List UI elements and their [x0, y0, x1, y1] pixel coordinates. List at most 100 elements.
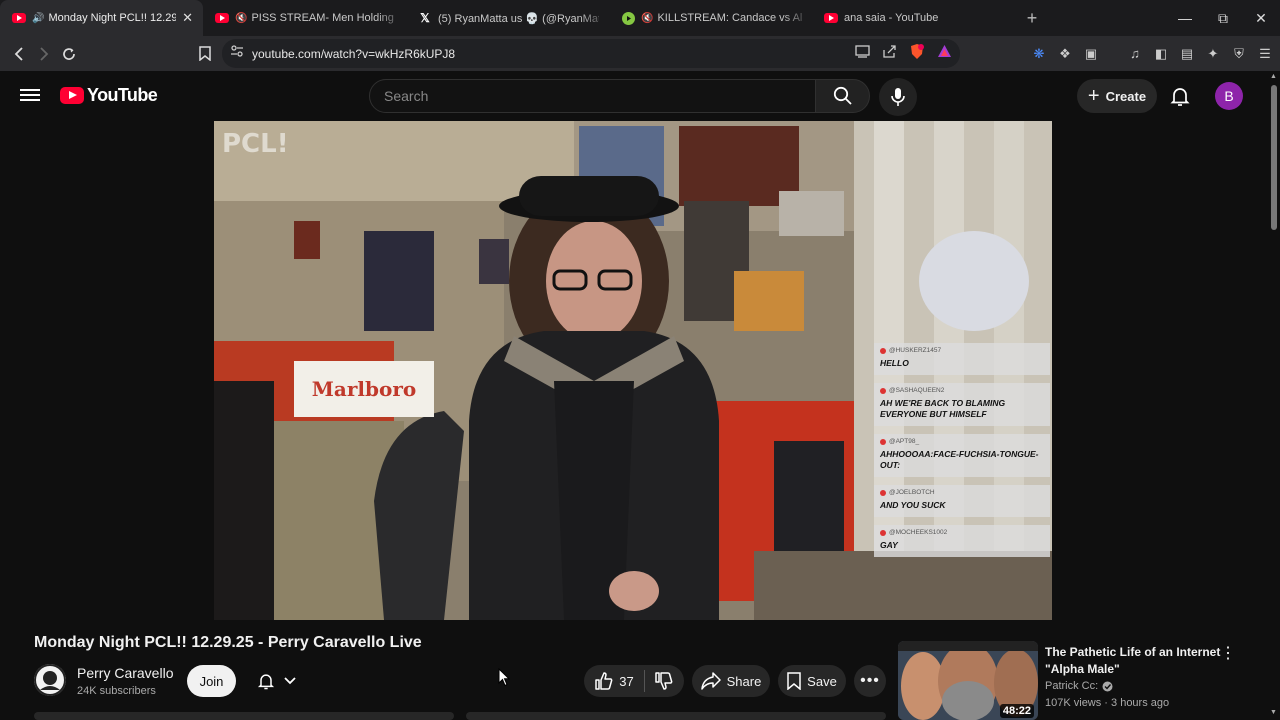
tab-title: ana saia - YouTube — [844, 12, 939, 24]
tab-title: PISS STREAM- Men Holding Hand — [251, 12, 396, 24]
forward-icon[interactable] — [31, 39, 56, 69]
reload-icon[interactable] — [56, 39, 81, 69]
video-player[interactable]: PCL! Marlboro @huskerz1457 HELLO @sashaq… — [214, 121, 1052, 620]
back-icon[interactable] — [6, 39, 31, 69]
youtube-dot-icon — [880, 529, 886, 536]
bell-icon — [257, 674, 275, 690]
chat-message: @apt98_ AHHOOOAA:FACE-FUCHSIA-TONGUE-OUT… — [874, 434, 1050, 478]
channel-name[interactable]: Perry Caravello — [77, 665, 173, 681]
hamburger-menu-icon[interactable] — [20, 86, 40, 106]
muted-speaker-icon[interactable]: 🔇 — [641, 13, 653, 24]
browser-tab-4[interactable]: 🔇 KILLSTREAM: Candace vs Alex Ra — [609, 0, 812, 36]
marlboro-sign: Marlboro — [294, 361, 434, 417]
menu-icon[interactable]: ☰ — [1256, 45, 1274, 63]
site-info-icon[interactable] — [230, 44, 244, 63]
extensions-icon[interactable]: ❖ — [1056, 45, 1074, 63]
account-avatar[interactable]: B — [1215, 82, 1243, 110]
brave-shield-icon[interactable] — [909, 43, 925, 65]
save-label: Save — [807, 673, 837, 689]
subscription-bell-button[interactable] — [246, 665, 306, 697]
search-icon — [833, 86, 852, 105]
vpn-icon[interactable]: ❋ — [1030, 45, 1048, 63]
more-vertical-icon[interactable]: ⋮ — [1220, 643, 1236, 663]
youtube-dot-icon — [880, 347, 886, 354]
chat-text: AND YOU SUCK — [880, 500, 946, 511]
tab-title: Monday Night PCL!! 12.29.25 — [48, 12, 177, 24]
youtube-logo-icon — [60, 87, 84, 104]
browser-tab-2[interactable]: 🔇 PISS STREAM- Men Holding Hand — [203, 0, 406, 36]
related-video-item[interactable]: 48:22 The Pathetic Life of an Internet "… — [898, 641, 1268, 720]
reader-icon[interactable]: ▣ — [1082, 45, 1100, 63]
speaker-icon[interactable]: 🔊 — [32, 13, 44, 24]
thumbs-down-icon — [654, 672, 673, 690]
create-button[interactable]: + Create — [1077, 79, 1157, 113]
new-tab-button[interactable]: + — [1017, 3, 1047, 33]
close-tab-icon[interactable]: ✕ — [182, 10, 193, 26]
tab-strip: 🔊 Monday Night PCL!! 12.29.25 ✕ 🔇 PISS S… — [0, 0, 1280, 36]
restore-icon[interactable]: ⧉ — [1204, 0, 1242, 36]
share-button[interactable]: Share — [692, 665, 770, 697]
related-video-thumbnail[interactable]: 48:22 — [898, 641, 1038, 720]
video-title: Monday Night PCL!! 12.29.25 - Perry Cara… — [34, 634, 422, 651]
media-icon[interactable]: ♫ — [1126, 45, 1144, 63]
chevron-down-icon — [284, 677, 296, 685]
scroll-up-icon[interactable]: ▲ — [1270, 73, 1277, 80]
video-duration: 48:22 — [999, 704, 1034, 718]
cast-icon[interactable] — [855, 44, 870, 63]
browser-toolbar: youtube.com/watch?v=wkHzR6kUPJ8 ❋ ❖ ▣ ♫ … — [0, 36, 1280, 71]
like-count: 37 — [619, 673, 634, 689]
scroll-down-icon[interactable]: ▼ — [1270, 709, 1277, 716]
chat-user: @joelbotch — [889, 489, 935, 497]
browser-tab-3[interactable]: 𝕏 (5) RyanMatta us 💀 (@RyanMattaM — [406, 0, 609, 36]
minimize-icon[interactable]: — — [1166, 0, 1204, 36]
brave-rewards-icon[interactable] — [937, 44, 952, 63]
join-button[interactable]: Join — [187, 665, 236, 697]
youtube-logo-text: YouTube — [87, 85, 158, 105]
wallet-icon[interactable]: ▤ — [1178, 45, 1196, 63]
youtube-logo[interactable]: YouTube — [60, 85, 158, 106]
channel-avatar[interactable] — [34, 664, 66, 696]
search-input[interactable] — [370, 80, 815, 112]
search-button[interactable] — [815, 79, 870, 113]
chat-text: GAY — [880, 540, 898, 551]
scrollbar-thumb[interactable] — [1271, 85, 1277, 230]
save-button[interactable]: Save — [778, 665, 846, 697]
notifications-bell-icon[interactable] — [1168, 84, 1192, 108]
subscriber-count: 24K subscribers — [77, 685, 156, 697]
more-actions-button[interactable]: ••• — [854, 665, 886, 697]
related-video-channel[interactable]: Patrick Cc: — [1045, 680, 1113, 692]
url-text: youtube.com/watch?v=wkHzR6kUPJ8 — [252, 46, 456, 61]
leo-ai-icon[interactable]: ✦ — [1204, 45, 1222, 63]
dislike-button[interactable] — [645, 665, 683, 697]
browser-tab-1[interactable]: 🔊 Monday Night PCL!! 12.29.25 ✕ — [0, 0, 203, 36]
search-box — [369, 79, 816, 113]
share-icon — [700, 672, 721, 690]
pcl-watermark: PCL! — [222, 129, 289, 159]
youtube-icon — [215, 11, 229, 25]
address-bar[interactable]: youtube.com/watch?v=wkHzR6kUPJ8 — [222, 39, 960, 68]
address-bar-icons — [855, 39, 952, 68]
channel-name: Patrick Cc: — [1045, 680, 1099, 692]
share-page-icon[interactable] — [882, 44, 897, 63]
extension-icons: ❋ ❖ ▣ ♫ ◧ ▤ ✦ ⛨ ☰ — [1030, 36, 1274, 71]
create-label: Create — [1105, 88, 1147, 104]
youtube-header: YouTube + Create B — [0, 71, 1268, 121]
chat-message: @mocheeks1002 GAY — [874, 525, 1050, 558]
bookmark-icon[interactable] — [192, 39, 217, 69]
close-window-icon[interactable]: ✕ — [1242, 0, 1280, 36]
muted-speaker-icon[interactable]: 🔇 — [235, 13, 247, 24]
x-icon: 𝕏 — [420, 11, 430, 25]
chat-text: AH WE'RE BACK TO BLAMING EVERYONE BUT HI… — [880, 398, 1006, 420]
tab-title: KILLSTREAM: Candace vs Alex Ra — [657, 12, 802, 24]
chat-user: @apt98_ — [889, 438, 920, 446]
chat-text: AHHOOOAA:FACE-FUCHSIA-TONGUE-OUT: — [880, 449, 1039, 471]
vpn-shield-icon[interactable]: ⛨ — [1230, 45, 1248, 63]
sidebar-icon[interactable]: ◧ — [1152, 45, 1170, 63]
page-scrollbar[interactable]: ▲ ▼ — [1268, 71, 1280, 720]
voice-search-button[interactable] — [879, 78, 917, 116]
chat-user: @huskerz1457 — [889, 347, 942, 354]
like-button[interactable]: 37 — [585, 665, 643, 697]
browser-tab-5[interactable]: ana saia - YouTube — [812, 0, 1015, 36]
related-video-title[interactable]: The Pathetic Life of an Internet "Alpha … — [1045, 644, 1225, 678]
thumbs-up-icon — [595, 672, 613, 690]
